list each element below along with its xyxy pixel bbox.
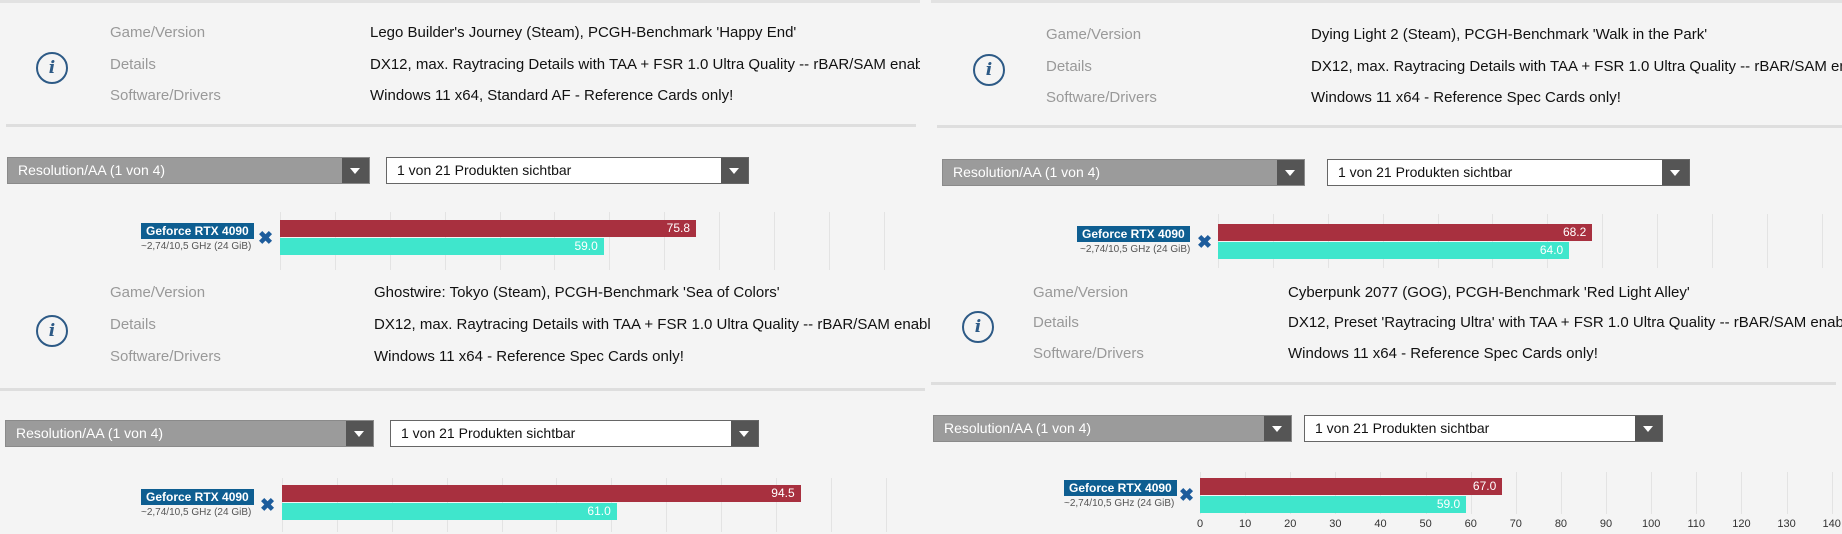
- bar-series-2: 59.0: [280, 238, 604, 255]
- bar-series-2: 61.0: [282, 503, 617, 520]
- gpu-clock-spec: ~2,74/10,5 GHz (24 GiB): [141, 507, 252, 518]
- gridline: [1831, 472, 1833, 514]
- x-tick-label: 20: [1284, 518, 1297, 530]
- gpu-label: Geforce RTX 4090: [141, 489, 254, 505]
- gridline: [719, 212, 721, 270]
- gpu-label: Geforce RTX 4090: [1064, 480, 1177, 496]
- x-tick-label: 40: [1374, 518, 1387, 530]
- x-tick-label: 50: [1419, 518, 1432, 530]
- gpu-clock-spec: ~2,74/10,5 GHz (24 GiB): [1064, 498, 1175, 509]
- benchmark-chart: 94.5 61.0: [0, 270, 931, 534]
- bar-series-1: 67.0: [1200, 478, 1503, 495]
- gridline: [1492, 214, 1494, 268]
- x-tick-label: 110: [1687, 518, 1706, 530]
- gridline: [1606, 472, 1608, 514]
- x-tick-label: 130: [1777, 518, 1796, 530]
- remove-gpu-button[interactable]: ✖: [258, 229, 273, 247]
- benchmark-chart: 68.2 64.0: [931, 0, 1842, 270]
- gridline: [1272, 214, 1274, 268]
- benchmark-panel-ghostwire: i Game/Version Details Software/Drivers …: [0, 270, 931, 534]
- gridline: [1651, 472, 1653, 514]
- gridline: [1515, 472, 1517, 514]
- x-tick-label: 80: [1554, 518, 1568, 530]
- remove-gpu-button[interactable]: ✖: [1197, 233, 1212, 251]
- gridline: [1602, 214, 1604, 268]
- gridline: [883, 212, 885, 270]
- gridline: [1547, 214, 1549, 268]
- gpu-clock-spec: ~2,74/10,5 GHz (24 GiB): [141, 241, 252, 252]
- gridline: [1437, 214, 1439, 268]
- gridline: [1382, 214, 1384, 268]
- gridline: [1821, 214, 1823, 268]
- x-tick-label: 70: [1509, 518, 1522, 530]
- remove-gpu-button[interactable]: ✖: [260, 496, 275, 514]
- x-tick-label: 100: [1641, 518, 1661, 530]
- gridline: [1560, 472, 1562, 514]
- gridline: [1657, 214, 1659, 268]
- gridline: [1696, 472, 1698, 514]
- remove-gpu-button[interactable]: ✖: [1179, 486, 1194, 504]
- benchmark-panel-dying-light: i Game/Version Details Software/Drivers …: [931, 0, 1842, 270]
- bar-series-2: 64.0: [1218, 242, 1570, 259]
- benchmark-chart: 75.8 59.0: [0, 0, 920, 270]
- bar-series-2: 59.0: [1200, 496, 1467, 513]
- benchmark-panel-lego: i Game/Version Details Software/Drivers …: [0, 0, 920, 270]
- gridline: [828, 212, 830, 270]
- gridline: [773, 212, 775, 270]
- bar-series-1: 68.2: [1218, 224, 1593, 241]
- bar-series-1: 94.5: [282, 485, 801, 502]
- x-tick-label: 30: [1329, 518, 1342, 530]
- gridline: [885, 478, 887, 532]
- gpu-label: Geforce RTX 4090: [1077, 226, 1190, 242]
- gridline: [1741, 472, 1743, 514]
- gridline: [1218, 214, 1219, 268]
- x-tick-label: 10: [1238, 518, 1252, 530]
- x-tick-label: 60: [1464, 518, 1477, 530]
- x-tick-label: 90: [1599, 518, 1613, 530]
- gridline: [1786, 472, 1788, 514]
- x-tick-label: 120: [1732, 518, 1751, 530]
- gridline: [1327, 214, 1329, 268]
- gpu-label: Geforce RTX 4090: [141, 223, 254, 239]
- benchmark-panel-cyberpunk: i Game/Version Details Software/Drivers …: [931, 270, 1842, 534]
- gridline: [1711, 214, 1713, 268]
- x-tick-label: 140: [1822, 518, 1841, 530]
- gridline: [830, 478, 832, 532]
- gridline: [1766, 214, 1768, 268]
- x-tick-label: 0: [1196, 518, 1204, 530]
- gpu-clock-spec: ~2,74/10,5 GHz (24 GiB): [1080, 244, 1191, 255]
- bar-series-1: 75.8: [280, 220, 696, 237]
